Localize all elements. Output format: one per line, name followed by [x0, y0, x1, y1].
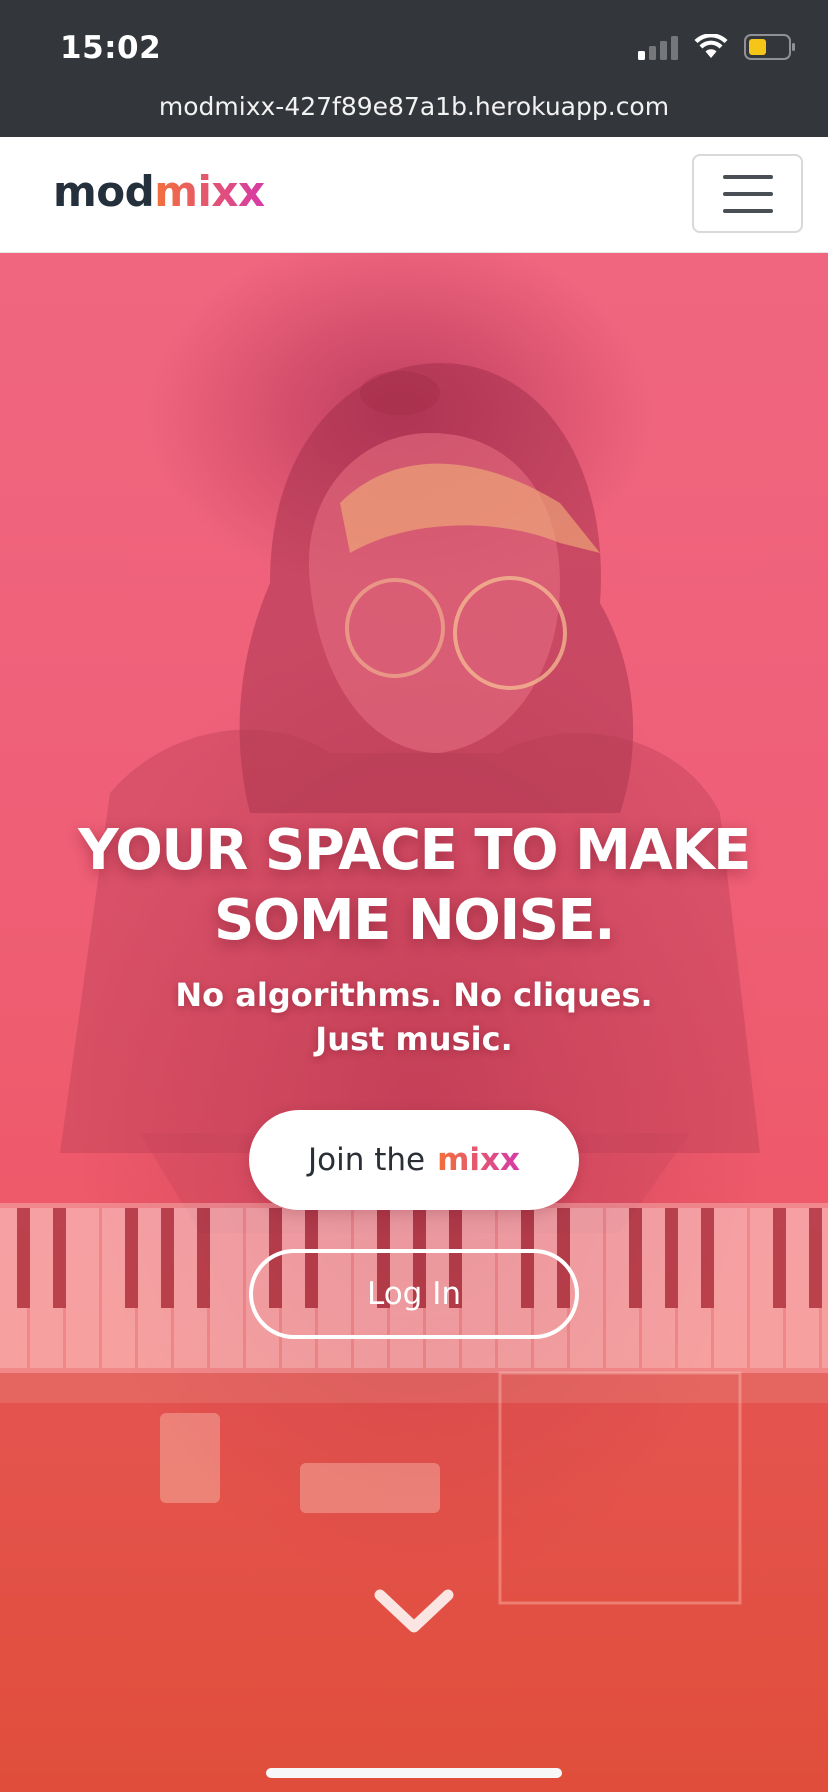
brand-mixx: mixx [154, 167, 265, 216]
address-bar-url[interactable]: modmixx-427f89e87a1b.herokuapp.com [0, 92, 828, 121]
battery-low-icon [744, 34, 795, 60]
login-button[interactable]: Log In [249, 1249, 579, 1339]
piano-white-key [714, 1208, 747, 1368]
hamburger-line [722, 208, 773, 213]
piano-white-key [66, 1208, 99, 1368]
browser-chrome: 15:02 modmixx-427f89e87a1b.herokuapp.com [0, 0, 828, 137]
headline-line-1: YOUR SPACE TO MAKE [78, 818, 751, 883]
hero-section: YOUR SPACE TO MAKE SOME NOISE. No algori… [0, 253, 828, 1792]
cellular-signal-icon [638, 34, 678, 60]
hamburger-line [722, 191, 773, 196]
subline-line-2: Just music. [315, 1020, 513, 1058]
join-button[interactable]: Join the mixx [249, 1110, 579, 1210]
home-indicator[interactable] [266, 1768, 562, 1778]
piano-white-key [210, 1208, 243, 1368]
join-button-accent: mixx [437, 1142, 521, 1178]
navbar-menu-toggle[interactable] [692, 154, 803, 233]
status-time: 15:02 [60, 30, 162, 66]
brand-mod: mod [53, 167, 155, 216]
subline-line-1: No algorithms. No cliques. [175, 976, 653, 1014]
status-icons [638, 34, 796, 60]
join-button-prefix: Join the [307, 1142, 426, 1178]
hero-subheadline: No algorithms. No cliques. Just music. [0, 973, 828, 1061]
hero-headline: YOUR SPACE TO MAKE SOME NOISE. [0, 816, 828, 956]
headline-line-2: SOME NOISE. [213, 888, 616, 953]
hamburger-menu-icon [722, 174, 773, 179]
wifi-icon [694, 34, 728, 58]
brand-logo[interactable]: modmixx [53, 167, 265, 216]
chevron-down-icon[interactable] [372, 1583, 456, 1639]
piano-white-key [822, 1208, 828, 1368]
site-navbar: modmixx [0, 137, 828, 253]
